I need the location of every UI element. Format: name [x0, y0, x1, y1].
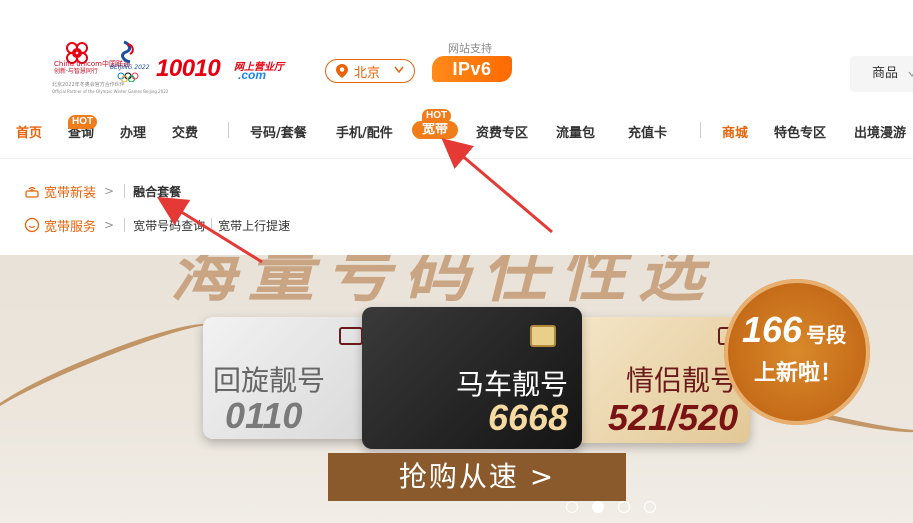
site-logo-number[interactable]: 10010: [156, 55, 221, 83]
dropdown-link-number-query[interactable]: 宽带号码查询: [133, 217, 205, 234]
nav-handle[interactable]: 办理: [120, 122, 146, 141]
dropdown-link-bundle-plan[interactable]: 融合套餐: [133, 183, 181, 200]
nav-data-pack[interactable]: 流量包: [556, 122, 595, 141]
location-pin-icon: [336, 64, 348, 78]
nav-recharge-card[interactable]: 充值卡: [628, 122, 667, 141]
unicom-logo-sub: 创新·与智慧同行: [54, 68, 98, 75]
chevron-down-icon: [908, 71, 913, 77]
buy-now-button[interactable]: 抢购从速 >: [328, 453, 626, 501]
chevron-right-icon: >: [104, 184, 115, 198]
carousel-dot[interactable]: [566, 501, 578, 513]
city-selector[interactable]: 北京: [325, 59, 415, 83]
medal-line-2: 上新啦！: [754, 361, 843, 386]
dropdown-divider: [211, 218, 213, 232]
beijing-2022-label: BEIJING 2022: [110, 64, 150, 71]
olympic-partner-text-en: Official Partner of the Olympic Winter G…: [52, 89, 169, 94]
new-number-segment-medal: 166 号段 上新啦！: [724, 279, 870, 425]
sim-card-carriage: 马车靓号 6668: [362, 307, 582, 449]
nav-home[interactable]: 首页: [16, 122, 42, 141]
ipv6-caption: 网站支持: [448, 42, 492, 55]
banner-headline: 海量号码任性选: [170, 255, 716, 311]
mall-category-button[interactable]: 商品: [850, 56, 913, 92]
nav-broadband-label: 宽带: [422, 122, 449, 137]
nav-tariff-zone[interactable]: 资费专区: [476, 122, 528, 141]
olympic-partner-text: 北京2022年冬奥会官方合作伙伴: [52, 82, 125, 88]
sim-chip-icon: [530, 325, 556, 347]
sim-card-palindrome: 回旋靓号 0110: [203, 317, 373, 439]
carousel-dots: [566, 501, 656, 513]
chevron-down-icon: [394, 66, 404, 74]
china-unicom-logo[interactable]: China unicom中国联通 创新·与智慧同行 北京2022年冬奥会官方合作…: [52, 38, 168, 98]
nav-mall[interactable]: 商城: [722, 122, 748, 141]
nav-roaming[interactable]: 出境漫游: [854, 122, 906, 141]
ribbon-decoration: [0, 311, 218, 432]
dropdown-divider: [124, 184, 126, 198]
broadband-service-icon: [24, 217, 40, 233]
sim-chip-icon: [339, 327, 363, 345]
main-nav: 首页 查询 HOT 办理 交费 号码/套餐 手机/配件 宽带 HOT 资费专区 …: [0, 109, 913, 154]
nav-special-zone[interactable]: 特色专区: [774, 122, 826, 141]
carousel-dot[interactable]: [618, 501, 630, 513]
sim-card-name: 情侣靓号: [626, 364, 739, 397]
dropdown-divider: [124, 218, 126, 232]
hot-badge: HOT: [68, 115, 98, 129]
olympic-rings-icon: [117, 72, 139, 82]
nav-numbers-plans[interactable]: 号码/套餐: [250, 122, 307, 141]
beijing-2022-emblem-icon: [121, 40, 134, 64]
mall-category-label: 商品: [872, 66, 899, 81]
medal-number: 166: [742, 309, 803, 350]
sim-card-number: 521/520: [608, 397, 739, 438]
carousel-dot[interactable]: [644, 501, 656, 513]
beijing-2022-logo: BEIJING 2022: [110, 40, 150, 82]
city-selector-value: 北京: [354, 65, 381, 81]
sim-card-number: 0110: [225, 395, 303, 436]
broadband-dropdown: 宽带新装 > 融合套餐 宽带服务 > 宽带号码查询 宽带上行提速: [0, 158, 913, 256]
nav-phones[interactable]: 手机/配件: [336, 122, 393, 141]
sim-card-number: 6668: [488, 397, 569, 438]
carousel-dot-active[interactable]: [592, 501, 604, 513]
medal-line-1: 166 号段: [742, 309, 846, 351]
dropdown-row-new-install: 宽带新装 > 融合套餐: [24, 181, 187, 201]
dropdown-category-service[interactable]: 宽带服务: [44, 216, 96, 235]
site-logo-domain: .com: [238, 68, 267, 82]
nav-divider: [228, 122, 229, 138]
broadband-router-icon: [25, 186, 39, 198]
nav-divider: [700, 122, 701, 138]
nav-query[interactable]: 查询 HOT: [68, 115, 98, 141]
dropdown-row-service: 宽带服务 > 宽带号码查询 宽带上行提速: [24, 215, 296, 235]
sim-card-couple: 情侣靓号 521/520: [568, 317, 750, 443]
nav-pay[interactable]: 交费: [172, 122, 198, 141]
dropdown-link-upload-boost[interactable]: 宽带上行提速: [218, 217, 290, 234]
chevron-right-icon: >: [104, 218, 115, 232]
dropdown-category-new-install[interactable]: 宽带新装: [44, 182, 96, 201]
site-header: China unicom中国联通 创新·与智慧同行 北京2022年冬奥会官方合作…: [0, 0, 913, 110]
hot-badge: HOT: [422, 109, 452, 123]
medal-unit: 号段: [806, 323, 847, 347]
sim-card-name: 回旋靓号: [213, 364, 326, 397]
ipv6-badge[interactable]: IPv6: [432, 56, 512, 82]
nav-broadband[interactable]: 宽带 HOT: [412, 109, 459, 139]
promo-banner[interactable]: 海量号码任性选 回旋靓号 0110 情侣靓号 521/520 马车靓号 6668…: [0, 255, 913, 523]
